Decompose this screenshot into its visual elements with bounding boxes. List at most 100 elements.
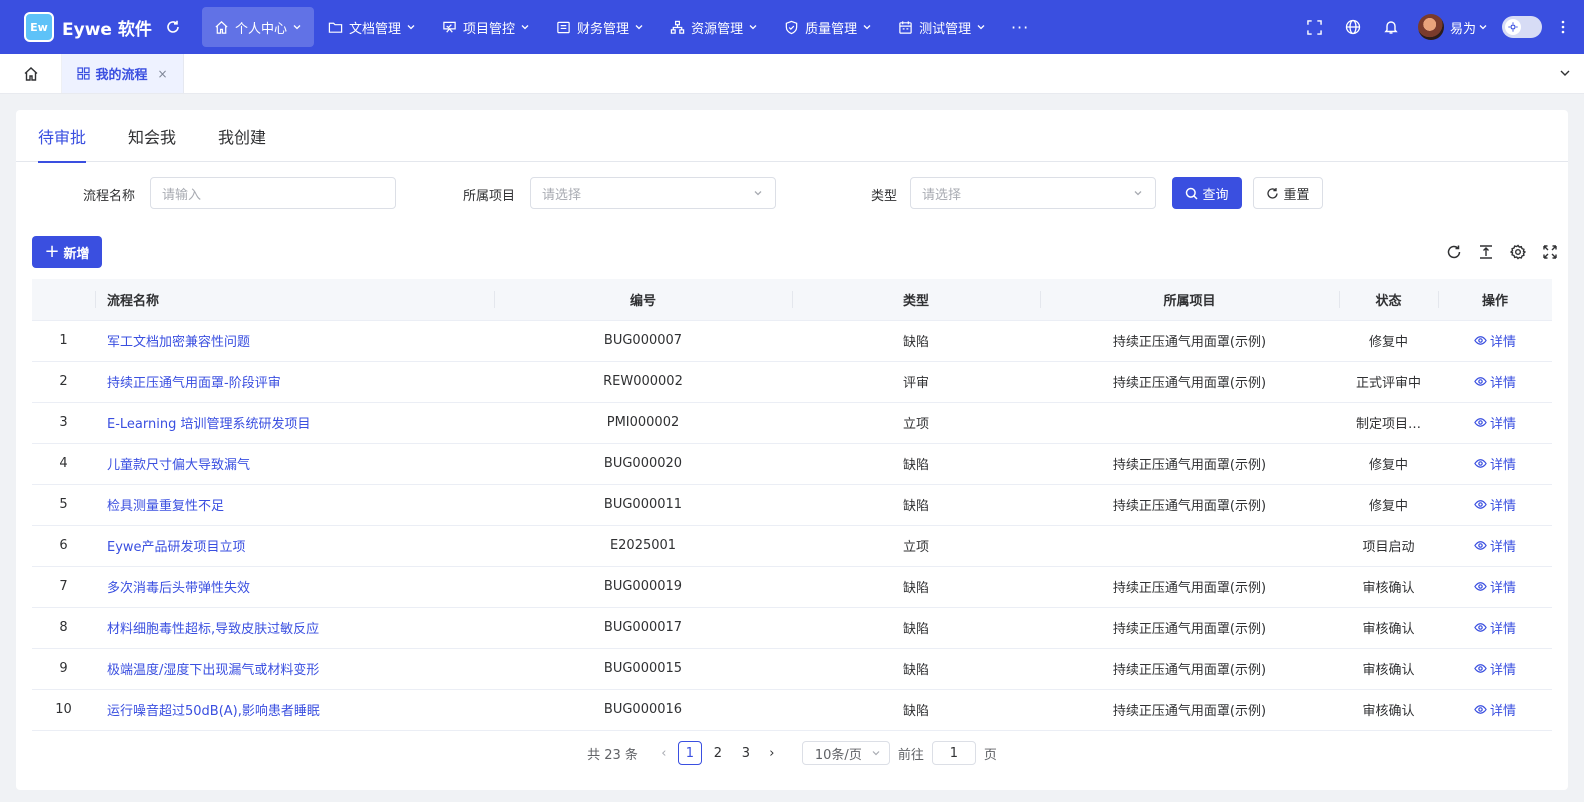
detail-link[interactable]: 详情 [1474, 454, 1516, 473]
process-status: 修复中 [1339, 443, 1438, 485]
globe-icon[interactable] [1334, 8, 1372, 46]
eye-icon [1474, 622, 1487, 632]
page-size-select[interactable]: 10条/页 [801, 741, 890, 765]
detail-action: 详情 [1438, 566, 1552, 608]
table-row[interactable]: 3 E-Learning 培训管理系统研发项目 PMI000002 立项 制定项目… 详情 [32, 402, 1552, 444]
process-type: 缺陷 [792, 648, 1040, 690]
detail-link[interactable]: 详情 [1474, 372, 1516, 391]
bell-icon[interactable] [1372, 8, 1410, 46]
table-row[interactable]: 7 多次消毒后头带弹性失效 BUG000019 缺陷 持续正压通气用面罩(示例) 审核确认… [32, 566, 1552, 608]
settings-icon[interactable] [1502, 238, 1534, 266]
detail-link[interactable]: 详情 [1474, 495, 1516, 514]
nav-item-label: 资源管理 [691, 21, 744, 37]
detail-label: 详情 [1489, 334, 1516, 350]
table-row[interactable]: 9 极端温度/湿度下出现漏气或材料变形 BUG000015 缺陷 持续正压通气用面罩(示… [32, 648, 1552, 690]
tab-my-process[interactable]: 我的流程 × [62, 54, 184, 93]
process-name-link[interactable]: 材料细胞毒性超标,导致皮肤过敏反应 [95, 607, 494, 649]
page-3[interactable]: 3 [734, 741, 758, 765]
row-index: 7 [32, 566, 95, 608]
process-name-link[interactable]: 持续正压通气用面罩-阶段评审 [95, 361, 494, 403]
nav-item-2[interactable]: 项目管控 [430, 7, 542, 47]
more-vertical-icon[interactable] [1548, 8, 1578, 46]
prev-page-icon[interactable]: ‹ [652, 746, 676, 761]
detail-link[interactable]: 详情 [1474, 618, 1516, 637]
table-row[interactable]: 8 材料细胞毒性超标,导致皮肤过敏反应 BUG000017 缺陷 持续正压通气用面罩(示… [32, 607, 1552, 649]
nav-item-6[interactable]: 测试管理 [886, 7, 998, 47]
process-code: BUG000015 [494, 648, 792, 690]
nav-item-3[interactable]: 财务管理 [544, 7, 656, 47]
process-name-link[interactable]: 多次消毒后头带弹性失效 [95, 566, 494, 608]
table-row[interactable]: 2 持续正压通气用面罩-阶段评审 REW000002 评审 持续正压通气用面罩(示例) 正… [32, 361, 1552, 403]
process-name-link[interactable]: 军工文档加密兼容性问题 [95, 320, 494, 362]
nav-item-5[interactable]: 质量管理 [772, 7, 884, 47]
goto-page-input[interactable]: 1 [931, 741, 976, 765]
process-name-link[interactable]: 运行噪音超过50dB(A),影响患者睡眠 [95, 689, 494, 731]
chevron-down-icon [521, 25, 529, 30]
detail-action: 详情 [1438, 607, 1552, 649]
project-select[interactable]: 请选择 [530, 177, 776, 209]
process-status: 审核确认 [1339, 566, 1438, 608]
detail-action: 详情 [1438, 443, 1552, 485]
detail-link[interactable]: 详情 [1474, 331, 1516, 350]
page-1[interactable]: 1 [677, 741, 702, 765]
table-row[interactable]: 4 儿童款尺寸偏大导致漏气 BUG000020 缺陷 持续正压通气用面罩(示例) 修复中 详… [32, 443, 1552, 485]
refresh-icon[interactable] [158, 12, 188, 42]
home-icon [215, 20, 228, 34]
page-tabbar: 我的流程 × [0, 54, 1584, 94]
process-name-link[interactable]: 极端温度/湿度下出现漏气或材料变形 [95, 648, 494, 690]
app-logo[interactable]: Ew Eywe 软件 [24, 12, 152, 42]
detail-link[interactable]: 详情 [1474, 413, 1516, 432]
table-row[interactable]: 5 检具测量重复性不足 BUG000011 缺陷 持续正压通气用面罩(示例) 修复中 详情 [32, 484, 1552, 526]
table-row[interactable]: 1 军工文档加密兼容性问题 BUG000007 缺陷 持续正压通气用面罩(示例) 修复中 详… [32, 320, 1552, 362]
theme-toggle[interactable] [1502, 16, 1542, 38]
close-icon[interactable]: × [157, 67, 167, 81]
tab-created-by-me[interactable]: 我创建 [218, 110, 266, 162]
avatar[interactable] [1417, 14, 1444, 40]
detail-link[interactable]: 详情 [1474, 577, 1516, 596]
detail-link[interactable]: 详情 [1474, 659, 1516, 678]
reset-button[interactable]: 重置 [1253, 177, 1323, 209]
col-index [32, 279, 95, 321]
fullscreen-icon[interactable] [1296, 8, 1334, 46]
type-select[interactable]: 请选择 [910, 177, 1156, 209]
process-name-link[interactable]: 检具测量重复性不足 [95, 484, 494, 526]
nav-item-1[interactable]: 文档管理 [316, 7, 428, 47]
home-tab[interactable] [0, 54, 62, 93]
page-unit-label: 页 [983, 747, 997, 763]
chevron-down-icon [1134, 191, 1142, 196]
process-name-link[interactable]: 儿童款尺寸偏大导致漏气 [95, 443, 494, 485]
col-code: 编号 [494, 279, 792, 321]
chevron-down-icon [977, 25, 985, 30]
process-table: 流程名称 编号 类型 所属项目 状态 操作 1 军工文档加密兼容性问题 BUG000… [32, 279, 1552, 731]
filter-bar: 流程名称 请输入 所属项目 请选择 类型 请选择 查询 重置 [16, 177, 1568, 211]
process-project: 持续正压通气用面罩(示例) [1040, 648, 1339, 690]
table-row[interactable]: 6 Eywe产品研发项目立项 E2025001 立项 项目启动 详情 [32, 525, 1552, 567]
nav-item-label: 文档管理 [349, 21, 402, 37]
page-2[interactable]: 2 [706, 741, 730, 765]
query-button[interactable]: 查询 [1172, 177, 1242, 209]
process-type: 缺陷 [792, 607, 1040, 649]
brand-name: Eywe 软件 [62, 19, 152, 40]
detail-link[interactable]: 详情 [1474, 700, 1516, 719]
nav-item-0[interactable]: 个人中心 [202, 7, 315, 47]
more-icon[interactable]: ··· [1000, 7, 1040, 47]
fullscreen-icon[interactable] [1534, 238, 1566, 266]
process-name-link[interactable]: Eywe产品研发项目立项 [95, 525, 494, 567]
nav-item-label: 项目管控 [463, 21, 516, 37]
nav-item-4[interactable]: 资源管理 [658, 7, 770, 47]
next-page-icon[interactable]: › [760, 746, 784, 761]
process-type: 评审 [792, 361, 1040, 403]
detail-link[interactable]: 详情 [1474, 536, 1516, 555]
table-row[interactable]: 10 运行噪音超过50dB(A),影响患者睡眠 BUG000016 缺陷 持续正压通气用… [32, 689, 1552, 731]
process-name-input[interactable]: 请输入 [150, 177, 396, 209]
user-menu[interactable]: 易为 [1450, 18, 1488, 37]
column-height-icon[interactable] [1470, 238, 1502, 266]
add-button[interactable]: + 新增 [32, 236, 102, 268]
chevron-down-icon[interactable] [1558, 66, 1572, 84]
refresh-icon[interactable] [1438, 238, 1470, 266]
project-label: 所属项目 [463, 189, 516, 204]
tab-pending-approval[interactable]: 待审批 [38, 110, 87, 163]
table-header: 流程名称 编号 类型 所属项目 状态 操作 [32, 279, 1552, 321]
tab-notify-me[interactable]: 知会我 [128, 110, 176, 162]
process-name-link[interactable]: E-Learning 培训管理系统研发项目 [95, 402, 494, 444]
